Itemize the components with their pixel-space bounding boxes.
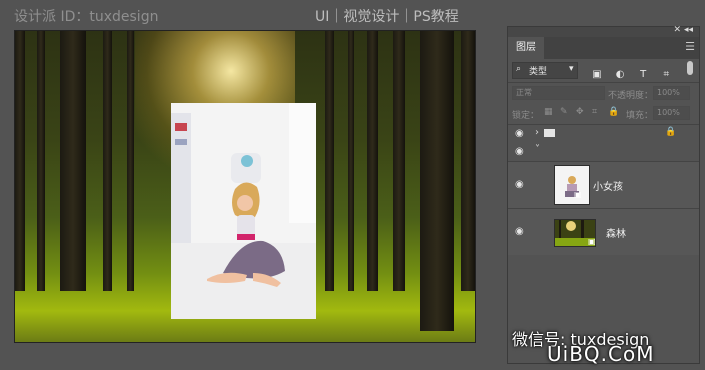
tree-trunk [348,31,354,291]
visibility-eye-icon[interactable]: ◉ [515,179,524,190]
tree-trunk [103,31,112,291]
tab-layers[interactable]: 图层 [508,37,544,59]
fill-field[interactable]: 100% [653,106,690,120]
blend-row: 正常 不透明度： 100% [508,85,699,103]
close-icon[interactable]: ✕ [673,25,681,35]
folder-icon [544,129,555,137]
lock-paint-icon[interactable]: ✎ [560,107,568,117]
chevron-right-icon[interactable]: › [535,127,539,138]
lock-transparent-icon[interactable]: ▦ [544,107,553,117]
filter-toggle[interactable] [687,61,693,75]
tree-trunk [420,31,454,331]
blend-mode-value: 正常 [516,88,532,97]
smart-object-icon: ▣ [588,237,596,246]
lock-label: 锁定： [512,111,540,121]
filter-label: 类型 [529,67,548,77]
collapse-icon[interactable]: ◂◂ [684,25,693,35]
opacity-label: 不透明度： [608,91,654,101]
panel-tab-row: 图层 ☰ [508,37,699,59]
layer-group-expanded-row[interactable]: ◉ ˅ [508,144,699,161]
lock-all-icon[interactable]: 🔒 [608,107,619,117]
tree-trunk [127,31,134,291]
lock-icon: 🔒 [665,127,677,137]
tree-trunk [367,31,378,291]
opacity-field[interactable]: 100% [653,86,690,100]
layer-name[interactable]: 森林 [606,225,626,240]
tree-trunk [37,31,45,291]
smart-object-icon: ▣ [574,190,582,199]
visibility-eye-icon[interactable]: ◉ [515,226,524,237]
search-icon: ⌕ [516,64,522,74]
layer-row-girl[interactable]: ◉ ▣ 小女孩 [508,161,699,208]
type-filter-icon[interactable]: T [636,68,650,82]
girl-photo-illustration [171,103,316,319]
panel-menu-icon[interactable]: ☰ [685,40,695,53]
tree-trunk [15,31,25,291]
layer-thumbnail [554,165,590,205]
workspace-title-left: 设计派 ID：tuxdesign [14,9,159,25]
chevron-down-icon[interactable]: ˅ [535,144,540,155]
layer-filter-select[interactable]: ⌕ 类型 ▾ [512,62,578,79]
visibility-eye-icon[interactable]: ◉ [515,146,524,157]
blend-mode-select[interactable]: 正常 [512,86,605,100]
girl-thumbnail-icon [555,166,589,204]
layers-panel: ✕ ◂◂ 图层 ☰ ⌕ 类型 ▾ ▣ ◐ T ⌗ ▤ 正常 不透明度： 100%… [507,25,700,364]
tree-trunk [461,31,475,291]
document-canvas[interactable] [14,30,476,343]
tree-trunk [393,31,405,291]
lock-artboard-icon[interactable]: ⌗ [592,107,597,117]
shape-filter-icon[interactable]: ⌗ [659,68,673,82]
filter-row: ⌕ 类型 ▾ ▣ ◐ T ⌗ ▤ [508,59,699,100]
adjustment-filter-icon[interactable]: ◐ [613,68,627,82]
layer-group-row[interactable]: ◉ › 🔒 [508,125,699,143]
tree-trunk [60,31,86,291]
chevron-down-icon: ▾ [569,64,574,74]
tree-trunk [325,31,334,291]
visibility-eye-icon[interactable]: ◉ [515,128,524,139]
panel-topbar: ✕ ◂◂ [508,25,699,37]
fill-label: 填充： [626,111,654,121]
fill-value: 100% [657,108,680,117]
pixel-filter-icon[interactable]: ▣ [590,68,604,82]
opacity-value: 100% [657,88,680,97]
girl-photo-layer[interactable] [171,103,316,319]
divider [508,82,699,83]
layer-row-forest[interactable]: ◉ ▣ 森林 [508,208,699,255]
workspace-title-right: UI｜视觉设计｜PS教程 [315,9,459,25]
lock-move-icon[interactable]: ✥ [576,107,584,117]
watermark-site: UiBQ.CoM [547,342,655,366]
layer-name[interactable]: 小女孩 [593,178,623,193]
lock-row: 锁定： ▦ ✎ ✥ ⌗ 🔒 填充： 100% [508,105,699,123]
